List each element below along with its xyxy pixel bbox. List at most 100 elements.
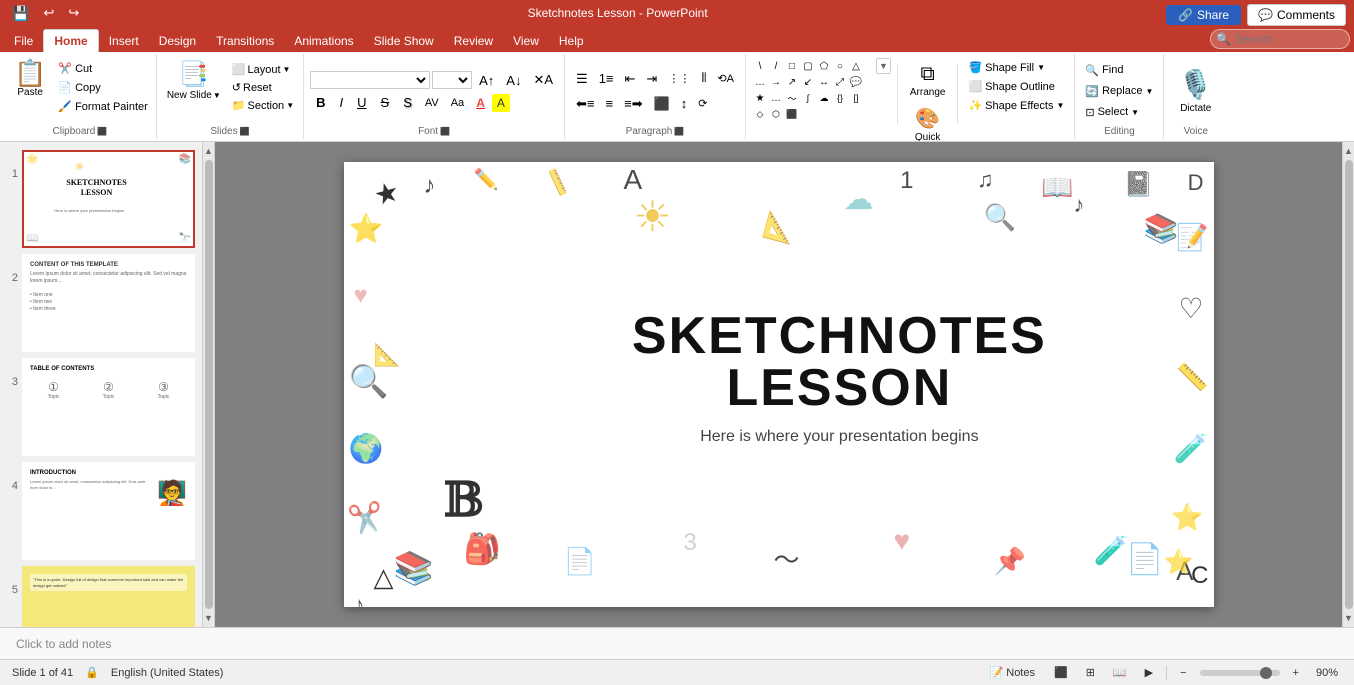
zoom-in-button[interactable]: + bbox=[1288, 665, 1304, 681]
notes-toggle[interactable]: 📝 Notes bbox=[984, 664, 1041, 681]
share-button[interactable]: 🔗 Share bbox=[1166, 5, 1241, 25]
increase-indent-button[interactable]: ⇥ bbox=[641, 68, 662, 90]
tab-slideshow[interactable]: Slide Show bbox=[364, 30, 444, 52]
line-spacing-button[interactable]: ↕ bbox=[676, 93, 693, 114]
tab-review[interactable]: Review bbox=[444, 30, 503, 52]
decrease-font-button[interactable]: A↓ bbox=[501, 71, 526, 90]
char-spacing-button[interactable]: AV bbox=[420, 95, 444, 111]
tab-transitions[interactable]: Transitions bbox=[206, 30, 284, 52]
convert-smartart-button[interactable]: ⟳ bbox=[693, 94, 712, 113]
shape-rounded-rect[interactable]: ▢ bbox=[800, 58, 816, 74]
align-right-button[interactable]: ≡➡ bbox=[619, 93, 647, 115]
highlight-button[interactable]: A bbox=[492, 94, 510, 112]
reset-button[interactable]: ↺ Reset bbox=[229, 80, 297, 95]
section-button[interactable]: 📁 Section ▼ bbox=[229, 98, 297, 113]
slide-title-area[interactable]: SKETCHNOTES LESSON Here is where your pr… bbox=[632, 310, 1047, 446]
tab-insert[interactable]: Insert bbox=[99, 30, 149, 52]
tab-home[interactable]: Home bbox=[43, 29, 98, 52]
shape-outline-button[interactable]: ⬜ Shape Outline bbox=[964, 79, 1068, 94]
arrange-button[interactable]: ⧉ Arrange bbox=[904, 60, 952, 101]
underline-button[interactable]: U bbox=[351, 93, 372, 112]
tab-file[interactable]: File bbox=[4, 30, 43, 52]
shape-arrow-up[interactable]: ↗ bbox=[784, 74, 800, 90]
shapes-expand-button[interactable]: ▼ bbox=[876, 58, 891, 74]
shape-callout[interactable]: 💬 bbox=[848, 74, 864, 90]
tab-view[interactable]: View bbox=[503, 30, 549, 52]
text-direction-button[interactable]: ⟲A bbox=[712, 69, 739, 88]
change-case-button[interactable]: Aa bbox=[446, 95, 469, 111]
format-painter-button[interactable]: 🖌️ Format Painter bbox=[54, 98, 151, 115]
italic-button[interactable]: I bbox=[334, 93, 350, 112]
font-expand-icon[interactable]: ⬛ bbox=[440, 127, 450, 136]
align-left-button[interactable]: ⬅≡ bbox=[571, 93, 599, 115]
select-button[interactable]: ⊡ Select ▼ bbox=[1081, 104, 1157, 121]
shape-more2[interactable]: … bbox=[768, 90, 784, 106]
slide-show-button[interactable]: ▶ bbox=[1140, 664, 1158, 681]
copy-button[interactable]: 📄 Copy bbox=[54, 79, 151, 96]
shape-double-arrow[interactable]: ↔ bbox=[816, 74, 832, 90]
slide-thumb-3[interactable]: 3 TABLE OF CONTENTS ①Topic ②Topic ③Topic bbox=[4, 358, 198, 456]
shape-line[interactable]: \ bbox=[752, 58, 768, 74]
smart-art-button[interactable]: ⋮⋮ bbox=[663, 69, 695, 88]
slides-scroll-up[interactable]: ▲ bbox=[202, 144, 215, 158]
shape-more[interactable]: … bbox=[752, 74, 768, 90]
notes-bar[interactable]: Click to add notes bbox=[0, 627, 1354, 659]
find-button[interactable]: 🔍 Find bbox=[1081, 62, 1157, 79]
font-color-button[interactable]: A bbox=[471, 94, 490, 112]
bullets-button[interactable]: ☰ bbox=[571, 68, 593, 90]
clipboard-expand-icon[interactable]: ⬛ bbox=[97, 127, 107, 136]
text-shadow-button[interactable]: S bbox=[397, 93, 418, 112]
shape-freeform[interactable]: 〜 bbox=[784, 90, 800, 106]
shape-arrow-right[interactable]: → bbox=[768, 74, 784, 90]
shape-snip-rect[interactable]: ⬠ bbox=[816, 58, 832, 74]
shape-diagonal[interactable]: / bbox=[768, 58, 784, 74]
shape-rect[interactable]: □ bbox=[784, 58, 800, 74]
slides-scroll-thumb[interactable] bbox=[205, 160, 213, 609]
zoom-out-button[interactable]: − bbox=[1175, 665, 1191, 681]
shape-brace[interactable]: {} bbox=[832, 90, 848, 106]
quick-access-save[interactable]: 💾 bbox=[8, 3, 33, 24]
shape-cloud[interactable]: ☁ bbox=[816, 90, 832, 106]
slides-scroll-down[interactable]: ▼ bbox=[202, 611, 215, 625]
shape-curve[interactable]: ∫ bbox=[800, 90, 816, 106]
dictate-button[interactable]: 🎙️ Dictate bbox=[1170, 64, 1221, 118]
bold-button[interactable]: B bbox=[310, 93, 331, 112]
shape-fill-button[interactable]: 🪣 Shape Fill ▼ bbox=[964, 60, 1068, 75]
replace-button[interactable]: 🔄 Replace ▼ bbox=[1081, 83, 1157, 100]
tab-animations[interactable]: Animations bbox=[284, 30, 363, 52]
slide-thumb-4[interactable]: 4 INTRODUCTION Lorem ipsum dolor sit ame… bbox=[4, 462, 198, 560]
search-input[interactable] bbox=[1210, 29, 1350, 49]
font-family-select[interactable] bbox=[310, 71, 430, 89]
slide-thumb-5[interactable]: 5 "This is a quote. Design full of desig… bbox=[4, 566, 198, 627]
quick-styles-button[interactable]: 🎨 Quick Styles bbox=[908, 103, 947, 142]
slide-sorter-button[interactable]: ⊞ bbox=[1081, 664, 1100, 681]
shape-effects-button[interactable]: ✨ Shape Effects ▼ bbox=[964, 98, 1068, 113]
font-size-select[interactable] bbox=[432, 71, 472, 89]
normal-view-button[interactable]: ⬛ bbox=[1049, 664, 1073, 681]
zoom-level[interactable]: 90% bbox=[1312, 665, 1342, 681]
increase-font-button[interactable]: A↑ bbox=[474, 71, 499, 90]
zoom-slider[interactable] bbox=[1200, 670, 1280, 676]
decrease-indent-button[interactable]: ⇤ bbox=[620, 68, 641, 90]
shape-quad-arrow[interactable]: ⤢ bbox=[832, 74, 848, 90]
quick-access-redo[interactable]: ↪ bbox=[64, 3, 83, 23]
numbering-button[interactable]: 1≡ bbox=[594, 68, 619, 89]
comments-button[interactable]: 💬 Comments bbox=[1247, 4, 1346, 26]
slides-expand-icon[interactable]: ⬛ bbox=[240, 127, 250, 136]
quick-access-undo[interactable]: ↩ bbox=[39, 3, 58, 23]
shape-scroll[interactable]: ⬛ bbox=[784, 106, 800, 122]
shape-bracket[interactable]: [] bbox=[848, 90, 864, 106]
canvas-scroll-thumb[interactable] bbox=[1345, 160, 1353, 609]
reading-view-button[interactable]: 📖 bbox=[1108, 664, 1132, 681]
tab-help[interactable]: Help bbox=[549, 30, 594, 52]
justify-button[interactable]: ⬛ bbox=[649, 93, 675, 115]
shape-triangle[interactable]: △ bbox=[848, 58, 864, 74]
shape-hexagon[interactable]: ⬡ bbox=[768, 106, 784, 122]
slide-thumb-1[interactable]: 1 SKETCHNOTESLESSON Here is where your p… bbox=[4, 150, 198, 248]
strikethrough-button[interactable]: S bbox=[375, 93, 396, 112]
cut-button[interactable]: ✂️ Cut bbox=[54, 60, 151, 77]
columns-button[interactable]: ⫼ bbox=[696, 69, 711, 88]
paste-button[interactable]: 📋 Paste bbox=[8, 56, 52, 102]
new-slide-button[interactable]: 📑 New Slide ▼ bbox=[163, 56, 225, 105]
clear-formatting-button[interactable]: ✕A bbox=[528, 70, 558, 90]
